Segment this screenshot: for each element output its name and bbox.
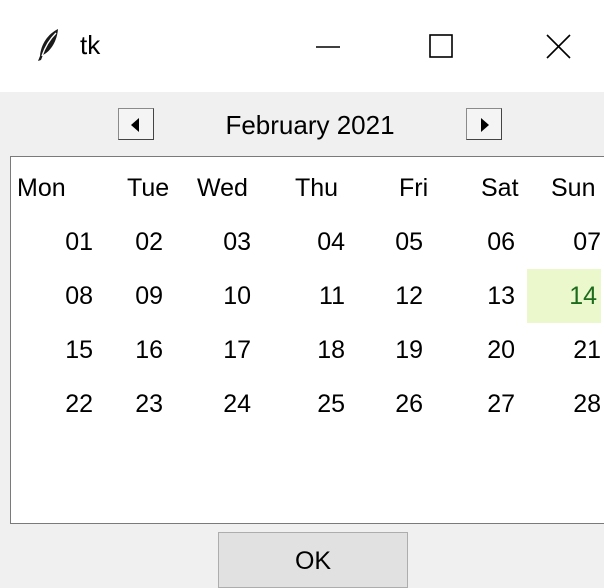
day-cell[interactable]: 26 [361,377,423,431]
day-cell[interactable]: 18 [283,323,345,377]
window-title: tk [80,30,101,60]
minimize-button[interactable] [298,22,358,70]
maximize-button[interactable] [412,22,472,70]
day-cell[interactable]: 15 [31,323,93,377]
day-cell[interactable]: 12 [361,269,423,323]
weekday-sun: Sun [551,174,596,202]
day-cell[interactable]: 08 [31,269,93,323]
day-cell[interactable]: 23 [101,377,163,431]
day-cell[interactable]: 03 [189,215,251,269]
ok-button[interactable]: OK [218,532,408,588]
day-cell[interactable]: 19 [361,323,423,377]
day-cell[interactable]: 04 [283,215,345,269]
prev-month-button[interactable] [118,108,154,140]
minimize-icon [316,46,340,48]
day-cell-today[interactable]: 14 [527,269,601,323]
day-cell[interactable]: 05 [361,215,423,269]
week-row: 22 23 24 25 26 27 28 [11,377,604,431]
week-row: 08 09 10 11 12 13 14 [11,269,604,323]
day-cell[interactable]: 13 [453,269,515,323]
month-header: February 2021 [0,92,604,156]
day-cell[interactable]: 11 [283,269,345,323]
day-cell[interactable]: 09 [101,269,163,323]
day-cell[interactable]: 24 [189,377,251,431]
maximize-icon [429,34,453,58]
dialog-footer: OK [0,524,604,588]
week-row: 15 16 17 18 19 20 21 [11,323,604,377]
weekday-mon: Mon [17,174,66,202]
weekday-fri: Fri [399,174,429,202]
day-cell[interactable]: 01 [31,215,93,269]
weekday-header-row: Mon Tue Wed Thu Fri Sat Sun [11,161,604,215]
day-cell[interactable]: 06 [453,215,515,269]
month-label: February 2021 [225,110,395,140]
day-cell[interactable]: 17 [189,323,251,377]
calendar-grid: Mon Tue Wed Thu Fri Sat Sun 01 02 03 04 05 06… [10,156,604,524]
day-cell[interactable]: 21 [539,323,601,377]
close-button[interactable] [528,22,588,70]
day-cell[interactable]: 27 [453,377,515,431]
weekday-tue: Tue [127,174,170,202]
weekday-sat: Sat [481,174,519,202]
tk-window: tk February 2021 Mon Tue Wed Thu Fri Sat… [0,0,604,588]
feather-icon [38,29,58,61]
day-cell[interactable]: 20 [453,323,515,377]
title-bar[interactable]: tk [0,0,604,92]
weekday-thu: Thu [295,174,339,202]
next-month-button[interactable] [466,108,502,140]
day-cell[interactable]: 07 [539,215,601,269]
day-cell[interactable]: 22 [31,377,93,431]
day-cell[interactable]: 02 [101,215,163,269]
week-row: 01 02 03 04 05 06 07 [11,215,604,269]
day-cell[interactable]: 16 [101,323,163,377]
close-icon [546,34,571,59]
day-cell[interactable]: 25 [283,377,345,431]
day-cell[interactable]: 28 [539,377,601,431]
weekday-wed: Wed [197,174,248,202]
day-cell[interactable]: 10 [189,269,251,323]
